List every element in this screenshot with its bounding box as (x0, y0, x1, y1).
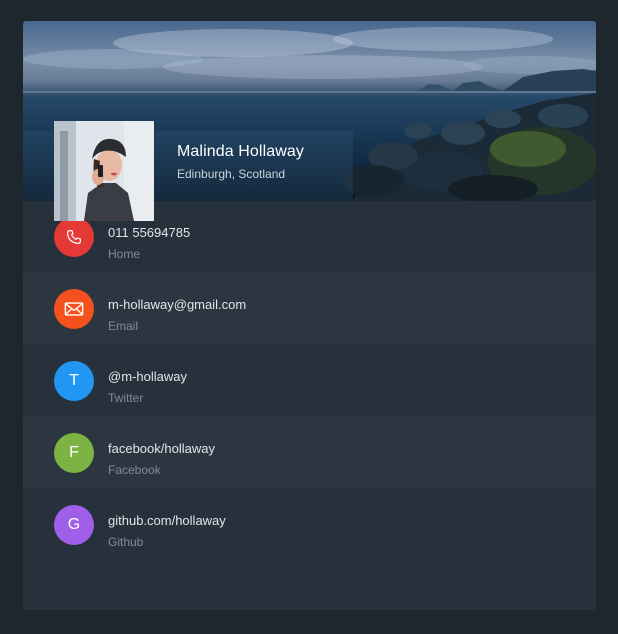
github-icon: G (54, 505, 94, 545)
contact-value: 011 55694785 (108, 225, 191, 240)
contact-label: Email (108, 319, 139, 333)
contact-value: m-hollaway@gmail.com (108, 297, 247, 312)
profile-name: Malinda Hollaway (177, 143, 304, 160)
contact-row-twitter[interactable]: T @m-hollaway Twitter (23, 345, 596, 417)
contact-label: Facebook (108, 463, 161, 477)
contact-value: github.com/hollaway (108, 513, 226, 528)
contact-list: 011 55694785 Home m-hollaway@gmail.com E… (23, 201, 596, 561)
contact-label: Github (108, 535, 144, 549)
contact-value: @m-hollaway (108, 369, 187, 384)
contact-row-email[interactable]: m-hollaway@gmail.com Email (23, 273, 596, 345)
contact-label: Home (108, 247, 141, 261)
avatar (54, 121, 154, 221)
profile-card: Malinda Hollaway Edinburgh, Scotland 011… (23, 21, 596, 610)
facebook-letter: F (69, 444, 79, 461)
contact-value: facebook/hollaway (108, 441, 215, 456)
profile-location: Edinburgh, Scotland (177, 167, 286, 181)
contact-row-facebook[interactable]: F facebook/hollaway Facebook (23, 417, 596, 489)
twitter-letter: T (69, 372, 79, 389)
twitter-icon: T (54, 361, 94, 401)
phone-icon (54, 217, 94, 257)
contact-row-github[interactable]: G github.com/hollaway Github (23, 489, 596, 561)
facebook-icon: F (54, 433, 94, 473)
github-letter: G (67, 516, 81, 533)
mail-icon (54, 289, 94, 329)
contact-label: Twitter (108, 391, 144, 405)
